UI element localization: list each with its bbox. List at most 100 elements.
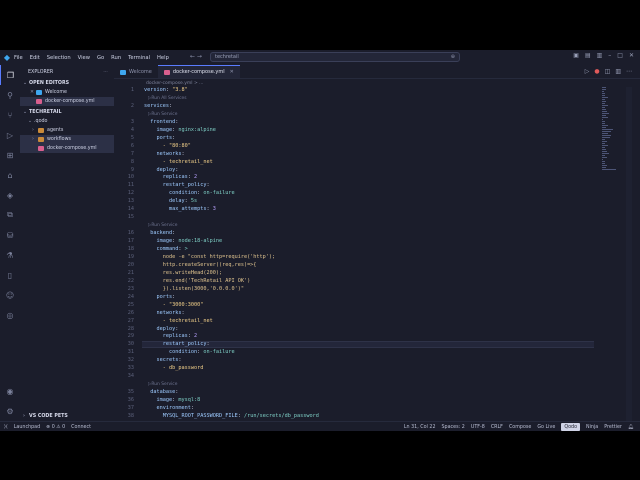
- tree-item-workflows[interactable]: › workflows: [20, 135, 114, 144]
- preview-icon[interactable]: ◫: [605, 68, 611, 75]
- project-section[interactable]: ⌄ TECHRETAIL: [20, 108, 114, 117]
- code-line[interactable]: node -e "const http=require('http');: [144, 254, 275, 260]
- code-line[interactable]: frontend:: [144, 119, 178, 125]
- codelens-run-service[interactable]: ▷Run Service: [148, 382, 177, 387]
- book-icon[interactable]: ▯: [0, 265, 20, 285]
- menu-item[interactable]: Edit: [30, 55, 40, 61]
- menu-item[interactable]: View: [78, 55, 90, 61]
- command-center-search[interactable]: techretail ⊕: [210, 52, 460, 62]
- account-icon[interactable]: ◉: [0, 381, 20, 401]
- code-line[interactable]: - "3000:3000": [144, 302, 204, 308]
- codelens-run-service[interactable]: ▷Run Service: [148, 223, 177, 228]
- record-icon[interactable]: ●: [594, 68, 599, 75]
- status-prettier[interactable]: Prettier: [604, 425, 622, 430]
- tree-item-docker-compose[interactable]: docker-compose.yml: [20, 144, 114, 153]
- code-line[interactable]: networks:: [144, 151, 185, 157]
- status-encoding[interactable]: UTF-8: [471, 425, 485, 430]
- close-icon[interactable]: ✕: [629, 52, 634, 59]
- settings-gear-icon[interactable]: ⚙: [0, 401, 20, 421]
- database-icon[interactable]: ⛁: [0, 225, 20, 245]
- menu-item[interactable]: Run: [111, 55, 121, 61]
- status-eol[interactable]: CRLF: [491, 425, 503, 430]
- code-line[interactable]: }).listen(3000,'0.0.0.0')": [144, 286, 244, 292]
- qodo-icon[interactable]: ◎: [0, 305, 20, 325]
- status-launchpad[interactable]: Launchpad: [14, 425, 40, 430]
- python-icon[interactable]: ◈: [0, 185, 20, 205]
- tree-item-agents[interactable]: › agents: [20, 126, 114, 135]
- code-line[interactable]: ports:: [144, 135, 176, 141]
- split-editor-icon[interactable]: ▥: [615, 68, 621, 75]
- status-ninja[interactable]: Ninja: [586, 425, 598, 430]
- code-editor[interactable]: 1 version: "3.8" ▷Run All Services 2 service…: [114, 87, 594, 421]
- codelens-run-service[interactable]: ▷Run All Services: [148, 96, 187, 101]
- code-line[interactable]: - db_password: [144, 365, 204, 371]
- remote-indicator-icon[interactable]: ⟩⟨: [4, 425, 8, 430]
- panel-icon[interactable]: ▤: [585, 52, 591, 59]
- code-line[interactable]: - techretail_net: [144, 318, 213, 324]
- code-line[interactable]: res.writeHead(200);: [144, 270, 222, 276]
- status-qodo[interactable]: Qodo: [561, 423, 581, 431]
- code-line[interactable]: command: >: [144, 246, 188, 252]
- code-line[interactable]: delay: 5s: [144, 198, 197, 204]
- open-editors-section[interactable]: ⌄ OPEN EDITORS: [20, 79, 114, 88]
- code-line[interactable]: - "80:80": [144, 143, 191, 149]
- copilot-icon[interactable]: ⊕: [451, 54, 455, 60]
- vertical-scrollbar[interactable]: [626, 87, 632, 421]
- code-line[interactable]: image: nginx:alpine: [144, 127, 216, 133]
- code-line[interactable]: condition: on-failure: [144, 190, 235, 196]
- code-line[interactable]: image: node:18-alpine: [144, 238, 223, 244]
- status-language-mode[interactable]: Compose: [509, 425, 531, 430]
- more-actions-icon[interactable]: ⋯: [103, 70, 108, 75]
- menu-item[interactable]: File: [14, 55, 23, 61]
- code-line[interactable]: version: "3.8": [144, 87, 188, 93]
- status-cursor-position[interactable]: Ln 31, Col 22: [404, 425, 436, 430]
- status-problems[interactable]: ⊗ 0 ⚠ 0: [46, 425, 65, 430]
- code-line[interactable]: restart_policy:: [144, 182, 210, 188]
- breadcrumb[interactable]: docker-compose.yml > ...: [114, 79, 640, 87]
- code-line[interactable]: replicas: 2: [144, 333, 197, 339]
- explorer-icon[interactable]: ❐: [0, 65, 20, 85]
- code-line[interactable]: environment:: [144, 405, 194, 411]
- tab-welcome[interactable]: Welcome: [114, 66, 158, 78]
- open-editor-item[interactable]: docker-compose.yml: [20, 97, 114, 106]
- code-line[interactable]: networks:: [144, 310, 185, 316]
- code-line[interactable]: ports:: [144, 294, 176, 300]
- split-icon[interactable]: ▥: [597, 52, 603, 59]
- code-line[interactable]: deploy:: [144, 326, 179, 332]
- code-line[interactable]: - techretail_net: [144, 159, 213, 165]
- run-debug-icon[interactable]: ▷: [0, 125, 20, 145]
- tree-item-qodo[interactable]: ⌄ .qodo: [20, 117, 114, 126]
- menu-item[interactable]: Selection: [47, 55, 71, 61]
- layout-icon[interactable]: ▣: [573, 52, 579, 59]
- maximize-icon[interactable]: □: [617, 52, 623, 59]
- code-line[interactable]: MYSQL_ROOT_PASSWORD_FILE: /run/secrets/d…: [144, 413, 319, 419]
- open-editor-item[interactable]: ✕ Welcome: [20, 88, 114, 97]
- notifications-bell-icon[interactable]: 🔔︎: [628, 425, 634, 430]
- menu-item[interactable]: Help: [157, 55, 169, 61]
- more-actions-icon[interactable]: ⋯: [626, 68, 632, 75]
- code-line[interactable]: services:: [144, 103, 172, 109]
- code-line[interactable]: max_attempts: 3: [144, 206, 216, 212]
- remote-icon[interactable]: ⌂: [0, 165, 20, 185]
- code-line[interactable]: replicas: 2: [144, 174, 197, 180]
- menu-item[interactable]: Terminal: [128, 55, 150, 61]
- vscode-pets-section[interactable]: › VS CODE PETS: [20, 412, 68, 421]
- code-line[interactable]: secrets:: [144, 357, 182, 363]
- code-line[interactable]: http.createServer((req,res)=>{: [144, 262, 257, 268]
- code-line[interactable]: image: mysql:8: [144, 397, 201, 403]
- robot-icon[interactable]: ☺: [0, 285, 20, 305]
- code-line[interactable]: restart_policy:: [144, 341, 210, 347]
- minimap[interactable]: [602, 87, 616, 170]
- codelens-run-service[interactable]: ▷Run Service: [148, 112, 177, 117]
- minimize-icon[interactable]: –: [608, 52, 611, 59]
- status-connect[interactable]: Connect: [71, 425, 91, 430]
- close-icon[interactable]: ✕: [230, 69, 234, 75]
- code-line[interactable]: deploy:: [144, 167, 179, 173]
- source-control-icon[interactable]: ⑂: [0, 105, 20, 125]
- nav-arrows[interactable]: ← →: [190, 53, 202, 60]
- testing-icon[interactable]: ⚗: [0, 245, 20, 265]
- extensions-icon[interactable]: ⊞: [0, 145, 20, 165]
- docker-icon[interactable]: ⧉: [0, 205, 20, 225]
- run-icon[interactable]: ▷: [585, 68, 590, 75]
- search-icon[interactable]: ⚲: [0, 85, 20, 105]
